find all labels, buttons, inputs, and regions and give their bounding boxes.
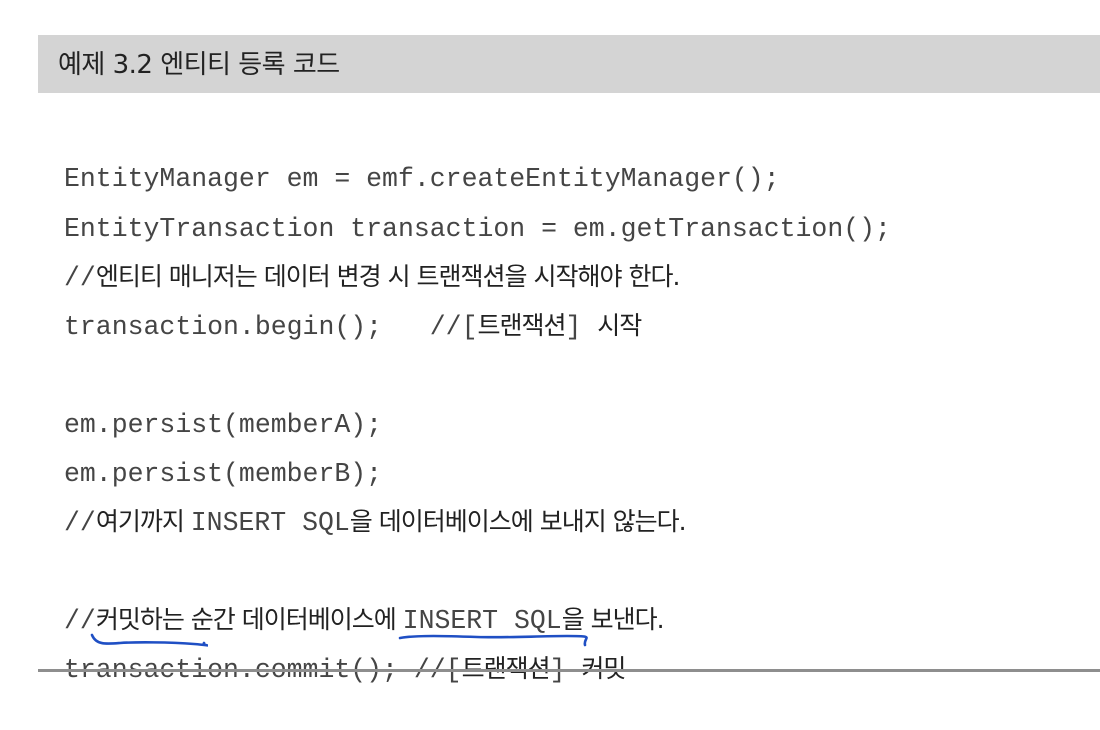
- code-line-9: transaction.commit(); //[트랜잭션] 커밋: [38, 609, 626, 685]
- example-header-bar: 예제 3.2 엔티티 등록 코드: [38, 35, 1100, 93]
- example-title: 예제 3.2 엔티티 등록 코드: [58, 50, 340, 80]
- comment-bracket: ]: [565, 312, 598, 342]
- code-line-4: transaction.begin(); //[트랜잭션] 시작: [38, 266, 642, 342]
- comment-text: 을 데이터베이스에 보내지 않는다.: [349, 507, 687, 536]
- sql-keyword: INSERT SQL: [190, 508, 350, 538]
- code-line-3: //엔티티 매니저는 데이터 변경 시 트랜잭션을 시작해야 한다.: [38, 217, 680, 293]
- comment-text: 트랜잭션: [477, 311, 566, 340]
- code-text: transaction.begin(); //[: [64, 312, 478, 342]
- code-line-2: EntityTransaction transaction = em.getTr…: [38, 168, 891, 244]
- comment-text: 여기까지: [95, 507, 191, 536]
- bottom-divider: [38, 669, 1100, 672]
- code-line-7: //여기까지 INSERT SQL을 데이터베이스에 보내지 않는다.: [38, 462, 687, 538]
- code-line-8: //커밋하는 순간 데이터베이스에 INSERT SQL 을 보낸다.: [38, 560, 665, 647]
- code-line-1: EntityManager em = emf.createEntityManag…: [38, 118, 780, 194]
- comment-slashes: //: [64, 508, 96, 538]
- code-line-6: em.persist(memberB);: [38, 413, 382, 489]
- code-line-5: em.persist(memberA);: [38, 364, 382, 440]
- comment-text: 시작: [597, 311, 642, 340]
